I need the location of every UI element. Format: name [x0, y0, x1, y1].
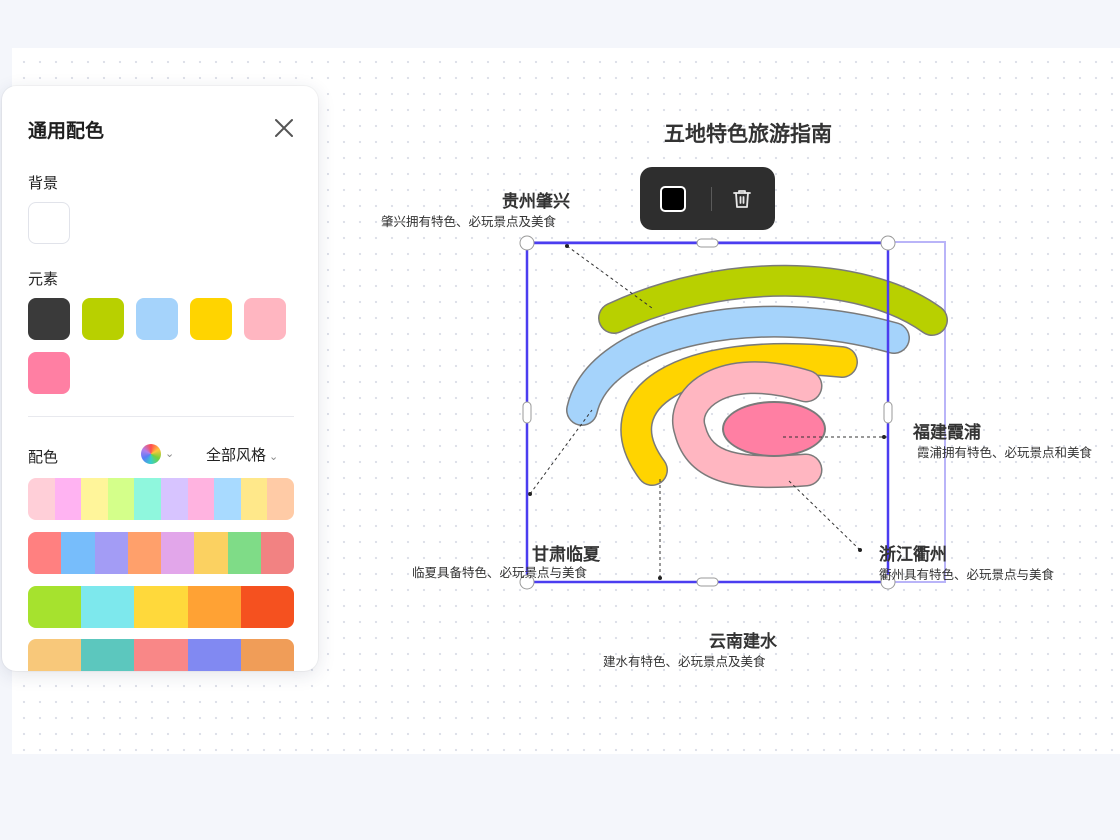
infographic-title: 五地特色旅游指南: [664, 122, 832, 146]
palette-color-1: [28, 586, 82, 628]
palette-color-6: [160, 478, 188, 520]
palette-color-2: [61, 532, 95, 574]
trash-icon[interactable]: [728, 185, 756, 213]
palette-row-1[interactable]: [28, 478, 294, 520]
palette-color-3: [94, 532, 128, 574]
label-desc-yunnan: 建水有特色、必玩景点及美食: [603, 654, 766, 669]
palette-row-2[interactable]: [28, 532, 294, 574]
label-title-zhejiang: 浙江衢州: [879, 545, 947, 565]
palette-color-3: [134, 639, 188, 671]
palette-color-1: [28, 478, 55, 520]
arc-5-core: [724, 403, 824, 455]
elements-label: 元素: [28, 270, 59, 288]
color-scheme-panel: 通用配色 背景 元素 配色 ⌄ 全部风格 ⌄: [2, 86, 318, 671]
style-select-label: 全部风格: [206, 446, 267, 464]
palette-color-8: [214, 478, 241, 520]
label-title-yunnan: 云南建水: [709, 632, 777, 652]
element-swatch-3[interactable]: [136, 298, 178, 340]
label-desc-zhejiang: 衢州具有特色、必玩景点与美食: [879, 567, 1055, 582]
color-wheel-icon[interactable]: [141, 444, 161, 464]
palette-color-7: [187, 478, 215, 520]
fill-color-button[interactable]: [660, 186, 686, 212]
floating-toolbar: [640, 167, 775, 230]
palette-color-4: [127, 532, 161, 574]
palette-color-5: [240, 639, 294, 671]
label-desc-gansu: 临夏具备特色、必玩景点与美食: [412, 565, 588, 580]
palette-color-4: [187, 586, 241, 628]
palette-color-2: [81, 586, 135, 628]
element-swatch-5[interactable]: [244, 298, 286, 340]
palette-row-4[interactable]: [28, 639, 294, 671]
label-desc-guizhou: 肇兴拥有特色、必玩景点及美食: [381, 214, 557, 229]
background-swatch[interactable]: [28, 202, 70, 244]
palette-color-3: [134, 586, 188, 628]
toolbar-divider: [711, 187, 712, 211]
palette-label: 配色: [28, 448, 59, 466]
palette-color-1: [28, 532, 62, 574]
palette-color-5: [134, 478, 161, 520]
palette-row-3[interactable]: [28, 586, 294, 628]
label-desc-fujian: 霞浦拥有特色、必玩景点和美食: [917, 445, 1093, 460]
palette-color-2: [54, 478, 82, 520]
element-swatch-6[interactable]: [28, 352, 70, 394]
background-label: 背景: [28, 174, 59, 192]
palette-color-6: [194, 532, 228, 574]
palette-color-7: [227, 532, 261, 574]
panel-divider: [28, 416, 294, 417]
label-title-fujian: 福建霞浦: [913, 423, 981, 443]
chevron-down-icon: ⌄: [269, 450, 279, 463]
palette-color-5: [161, 532, 195, 574]
palette-color-3: [81, 478, 108, 520]
panel-title: 通用配色: [28, 120, 105, 142]
element-swatch-4[interactable]: [190, 298, 232, 340]
palette-color-5: [240, 586, 294, 628]
palette-color-4: [107, 478, 135, 520]
palette-color-10: [267, 478, 294, 520]
close-icon[interactable]: [270, 114, 298, 142]
element-swatch-2[interactable]: [82, 298, 124, 340]
label-title-guizhou: 贵州肇兴: [502, 192, 570, 212]
palette-color-2: [81, 639, 135, 671]
element-swatch-1[interactable]: [28, 298, 70, 340]
palette-color-8: [260, 532, 294, 574]
chevron-down-icon[interactable]: ⌄: [165, 447, 174, 460]
palette-color-4: [187, 639, 241, 671]
palette-color-1: [28, 639, 82, 671]
palette-color-9: [240, 478, 268, 520]
style-select[interactable]: 全部风格 ⌄: [206, 444, 278, 465]
